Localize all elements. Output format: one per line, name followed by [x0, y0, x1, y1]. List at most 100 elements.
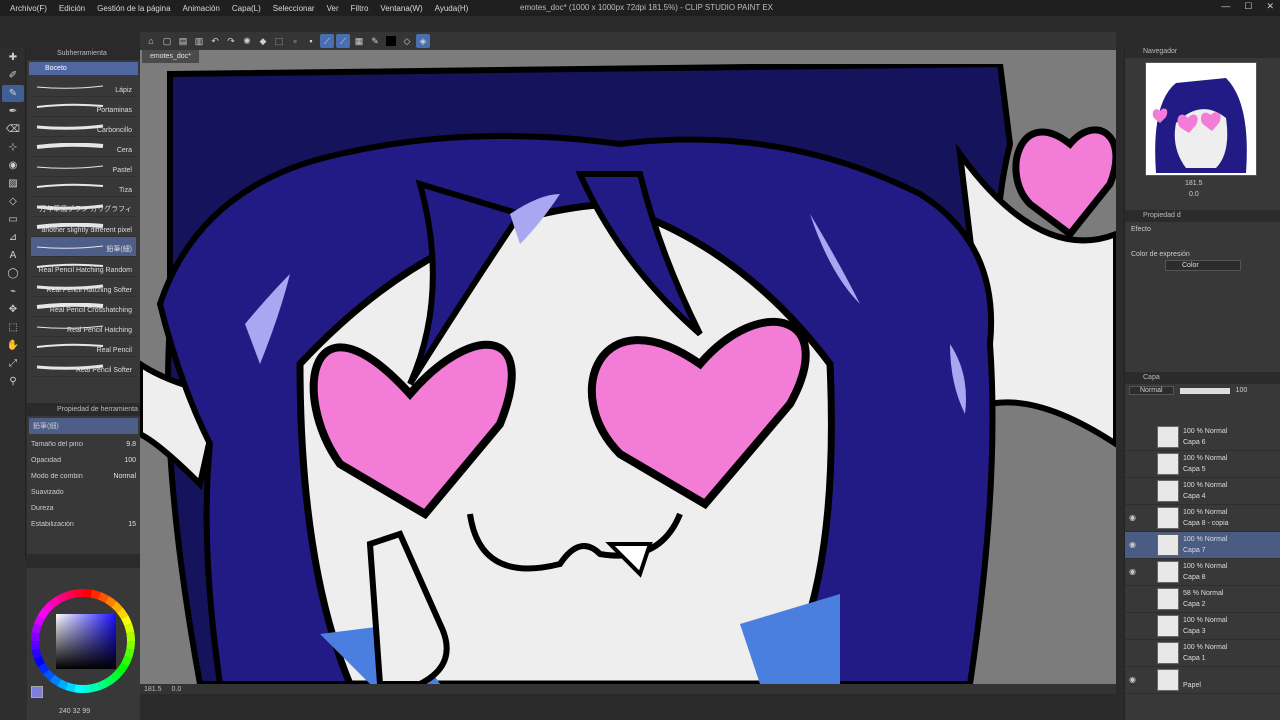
layer-opacity-slider[interactable]: [1179, 387, 1230, 394]
layer-move-tool-icon[interactable]: ⤢: [2, 355, 24, 372]
eye-icon[interactable]: ◉: [1129, 567, 1139, 576]
brush-item[interactable]: Real Pencil: [31, 337, 136, 357]
fill-tool-icon[interactable]: ◉: [2, 157, 24, 174]
layer-row[interactable]: 100 % Normal Capa 6: [1125, 424, 1280, 451]
navigator-thumbnail[interactable]: [1145, 62, 1257, 176]
balloon-tool-icon[interactable]: ◯: [2, 265, 24, 282]
menu-gestion-pagina[interactable]: Gestión de la página: [91, 4, 176, 13]
brush-item[interactable]: 万年筆風ブラシ カリグラフィ: [31, 197, 136, 217]
tool-property-row[interactable]: Suavizado: [27, 484, 140, 500]
eyedropper-tool-icon[interactable]: ⚲: [2, 373, 24, 390]
expression-color-select[interactable]: Color: [1165, 260, 1241, 271]
angle-readout[interactable]: 0.0: [172, 686, 182, 693]
zoom-tool-icon[interactable]: ✚: [2, 49, 24, 66]
undo-icon[interactable]: ↶: [208, 34, 222, 48]
eye-icon[interactable]: ◉: [1129, 675, 1139, 684]
menu-ver[interactable]: Ver: [321, 4, 345, 13]
blend-tool-icon[interactable]: ⊹: [2, 139, 24, 156]
tool-property-row[interactable]: Estabilización 15: [27, 516, 140, 532]
navigator-angle[interactable]: 0.0: [1189, 191, 1199, 198]
brush-item[interactable]: Real Pencil Hatching Random: [31, 257, 136, 277]
loading-icon[interactable]: ✺: [240, 34, 254, 48]
blend-mode-select[interactable]: Normal: [1129, 386, 1174, 395]
brush-item[interactable]: another slightly different pixel: [31, 217, 136, 237]
eyedropper-icon[interactable]: ✎: [368, 34, 382, 48]
layer-row[interactable]: 100 % Normal Capa 5: [1125, 451, 1280, 478]
close-icon[interactable]: ✕: [1266, 1, 1274, 12]
brush-item[interactable]: Real Pencil Hatching: [31, 317, 136, 337]
menu-ayuda[interactable]: Ayuda(H): [429, 4, 475, 13]
layer-row[interactable]: 100 % Normal Capa 3: [1125, 613, 1280, 640]
layer-row[interactable]: ◉ 100 % Normal Capa 8: [1125, 559, 1280, 586]
layer-row[interactable]: ◉ Papel: [1125, 667, 1280, 694]
ruler-tool-icon[interactable]: ⊿: [2, 229, 24, 246]
menu-archivo[interactable]: Archivo(F): [4, 4, 53, 13]
minimize-icon[interactable]: —: [1221, 1, 1230, 12]
color-wheel[interactable]: [27, 568, 140, 708]
menu-seleccionar[interactable]: Seleccionar: [267, 4, 321, 13]
brush-item[interactable]: Real Pencil Softer: [31, 357, 136, 377]
snap-grid-icon[interactable]: ▦: [352, 34, 366, 48]
pencil-tool-icon[interactable]: ✎: [2, 85, 24, 102]
tool-property-row[interactable]: Modo de combinac. Normal: [27, 468, 140, 484]
canvas-area[interactable]: emotes_doc*: [140, 50, 1116, 684]
brush-item[interactable]: Pastel: [31, 157, 136, 177]
clear-selection-icon[interactable]: ▫: [288, 34, 302, 48]
brush-item[interactable]: Lápiz: [31, 77, 136, 97]
brush-item[interactable]: Real Pencil Crosshatching: [31, 297, 136, 317]
brush-item[interactable]: Tiza: [31, 177, 136, 197]
snap-special-ruler-icon[interactable]: ⟋: [336, 34, 350, 48]
menu-filtro[interactable]: Filtro: [345, 4, 375, 13]
brush-item[interactable]: Portaminas: [31, 97, 136, 117]
layer-row[interactable]: ◉ 100 % Normal Capa 8 - copia: [1125, 505, 1280, 532]
menu-ventana[interactable]: Ventana(W): [374, 4, 428, 13]
menu-capa[interactable]: Capa(L): [226, 4, 267, 13]
brush-item[interactable]: Cera: [31, 137, 136, 157]
layer-row[interactable]: 100 % Normal Capa 4: [1125, 478, 1280, 505]
home-icon[interactable]: ⌂: [144, 34, 158, 48]
new-file-icon[interactable]: ▢: [160, 34, 174, 48]
tool-property-value[interactable]: 100: [124, 457, 136, 464]
hand-tool-icon[interactable]: ✋: [2, 337, 24, 354]
navigator-zoom[interactable]: 181.5: [1185, 180, 1203, 187]
move-tool-icon[interactable]: ✥: [2, 301, 24, 318]
redo-icon[interactable]: ↷: [224, 34, 238, 48]
tool-property-row[interactable]: Opacidad 100: [27, 452, 140, 468]
brush-item[interactable]: 鉛筆(細): [31, 237, 136, 257]
save-icon[interactable]: ▥: [192, 34, 206, 48]
transparent-color-icon[interactable]: ◈: [416, 34, 430, 48]
gradient-tool-icon[interactable]: ▨: [2, 175, 24, 192]
main-color-swatch[interactable]: [31, 686, 43, 698]
layer-row[interactable]: 58 % Normal Capa 2: [1125, 586, 1280, 613]
open-icon[interactable]: ▤: [176, 34, 190, 48]
tool-property-row[interactable]: Tamaño del pincel 9.8: [27, 436, 140, 452]
tool-property-value[interactable]: 15: [128, 521, 136, 528]
invert-selection-icon[interactable]: ▪: [304, 34, 318, 48]
correct-line-tool-icon[interactable]: ⌁: [2, 283, 24, 300]
layer-row[interactable]: 100 % Normal Capa 1: [1125, 640, 1280, 667]
text-tool-icon[interactable]: A: [2, 247, 24, 264]
tool-property-row[interactable]: Dureza: [27, 500, 140, 516]
operation-tool-icon[interactable]: ✐: [2, 67, 24, 84]
layer-opacity-value[interactable]: 100: [1236, 387, 1248, 394]
document-tab[interactable]: emotes_doc*: [142, 50, 199, 63]
brush-item[interactable]: Real Pencil Hatching Softer: [31, 277, 136, 297]
menu-animacion[interactable]: Animación: [177, 4, 226, 13]
eraser-toggle-icon[interactable]: ◇: [400, 34, 414, 48]
tool-property-value[interactable]: 9.8: [126, 441, 136, 448]
color-swatch-icon[interactable]: [386, 36, 396, 46]
figure-tool-icon[interactable]: ◇: [2, 193, 24, 210]
snap-ruler-icon[interactable]: ⟋: [320, 34, 334, 48]
artwork[interactable]: [140, 64, 1116, 684]
fill-icon[interactable]: ◆: [256, 34, 270, 48]
zoom-readout[interactable]: 181.5: [144, 686, 162, 693]
subtool-group-boceto[interactable]: Boceto: [29, 62, 138, 75]
eraser-tool-icon[interactable]: ⌫: [2, 121, 24, 138]
brush-tool-icon[interactable]: ✒: [2, 103, 24, 120]
maximize-icon[interactable]: ☐: [1244, 1, 1252, 12]
tool-property-current[interactable]: 鉛筆(細): [29, 418, 138, 434]
menu-edicion[interactable]: Edición: [53, 4, 91, 13]
frame-tool-icon[interactable]: ▭: [2, 211, 24, 228]
selection-tool-icon[interactable]: ⬚: [2, 319, 24, 336]
transform-icon[interactable]: ⬚: [272, 34, 286, 48]
